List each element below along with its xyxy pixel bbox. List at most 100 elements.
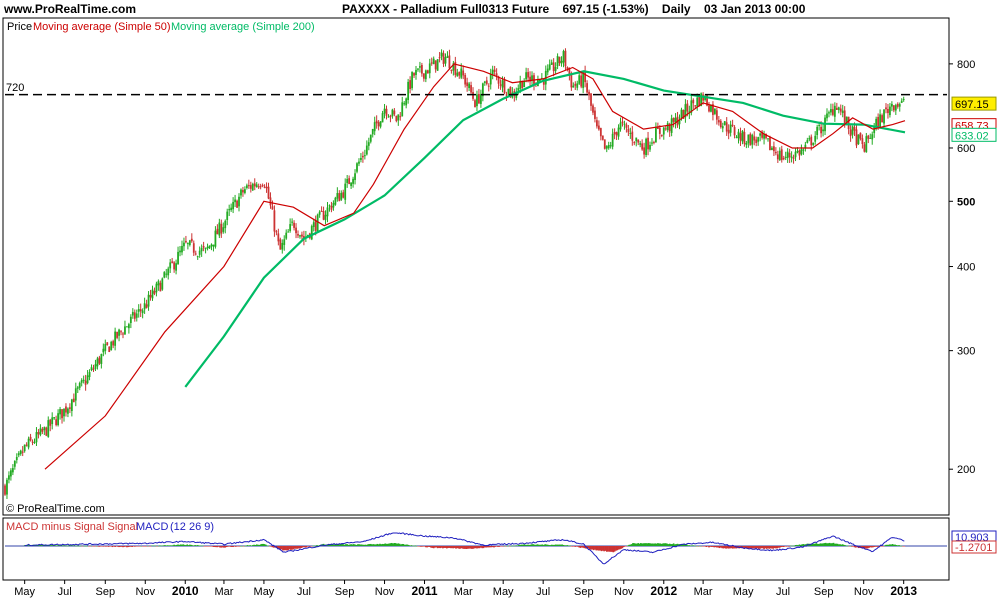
candle-body [86, 375, 89, 384]
candle-body [245, 185, 248, 188]
candle-body [546, 68, 549, 73]
candle-body [17, 453, 20, 456]
candle-body [141, 310, 144, 314]
candle-body [680, 109, 683, 119]
candle-body [474, 100, 476, 108]
candle-body [753, 136, 756, 141]
candle-body [527, 72, 529, 78]
candle-body [694, 105, 697, 107]
candle-body [479, 94, 482, 104]
candle-body [92, 368, 95, 370]
candle-body [767, 138, 769, 140]
candle-body [743, 132, 746, 144]
candle-body [37, 432, 40, 435]
candle-body [169, 262, 172, 269]
candle-body [206, 246, 209, 249]
candle-body [662, 127, 665, 135]
candle-body [354, 173, 356, 181]
candle-body [51, 417, 54, 425]
macd-hist-bar [149, 546, 152, 547]
candle-body [381, 113, 384, 123]
candle-body [326, 207, 329, 217]
candle-body [72, 398, 75, 403]
candle-body [554, 66, 557, 71]
ma200-line [184, 70, 906, 388]
candle-body [499, 84, 502, 86]
y-tick-label: 800 [957, 59, 975, 71]
candle-body [717, 120, 720, 123]
candle-body [462, 70, 465, 76]
candle-body [426, 70, 429, 74]
candle-body [13, 460, 16, 467]
candle-body [173, 262, 176, 270]
candle-body [6, 479, 8, 495]
candle-body [23, 444, 26, 452]
candle-body [692, 99, 695, 104]
price-panel-frame [2, 17, 950, 516]
macd-hist-bar [625, 546, 628, 547]
candle-body [476, 94, 478, 107]
candle-body [269, 197, 272, 206]
candle-body [645, 138, 647, 156]
candle-body [29, 436, 32, 441]
x-tick-label: Sep [96, 586, 116, 598]
candle-body [572, 85, 575, 88]
candle-body [194, 253, 197, 255]
candle-body [548, 64, 551, 70]
candle-body [299, 235, 301, 237]
candle-body [340, 192, 343, 200]
candle-body [251, 183, 254, 191]
candle-body [715, 110, 718, 120]
candle-body [385, 108, 388, 116]
candle-body [448, 55, 451, 69]
candle-body [324, 214, 327, 221]
candle-body [108, 346, 111, 353]
legend-macd: MACD [136, 521, 168, 533]
candle-body [373, 122, 376, 132]
candle-body [159, 282, 162, 292]
candle-body [232, 202, 235, 210]
candle-body [849, 129, 852, 137]
candle-body [360, 157, 362, 160]
candle-body [696, 97, 699, 107]
price-chart[interactable]: Price Moving average (Simple 50) Moving … [0, 0, 1000, 600]
candle-body [348, 178, 351, 185]
candle-body [478, 93, 480, 104]
candle-body [208, 245, 211, 249]
candle-body [19, 450, 22, 455]
candle-body [185, 240, 187, 243]
candle-body [731, 124, 734, 127]
x-tick-label: Jul [297, 586, 311, 598]
candle-body [879, 114, 881, 127]
candle-body [641, 143, 644, 150]
candle-body [623, 123, 626, 125]
candle-body [771, 147, 773, 151]
candle-body [137, 309, 140, 312]
x-tick-label: May [493, 586, 514, 598]
candle-body [505, 94, 508, 96]
candle-body [639, 143, 642, 145]
candle-body [780, 149, 783, 161]
candle-body [11, 468, 14, 473]
x-tick-label: 2013 [890, 584, 917, 598]
candle-body [279, 239, 282, 250]
candle-body [82, 379, 85, 381]
macd-hist-bar [63, 545, 65, 546]
candle-body [733, 127, 736, 136]
candle-body [708, 105, 710, 112]
candle-body [415, 69, 417, 75]
candle-body [277, 233, 280, 242]
candle-body [65, 406, 67, 413]
candle-body [147, 294, 150, 307]
candle-body [432, 58, 435, 65]
candle-body [806, 140, 809, 143]
candle-body [570, 73, 573, 88]
candle-body [621, 121, 624, 124]
candle-body [409, 80, 411, 90]
candle-body [820, 126, 822, 134]
candle-body [757, 137, 760, 142]
candle-body [230, 207, 233, 211]
candle-body [853, 127, 856, 131]
x-tick-label: 2010 [172, 584, 199, 598]
candle-body [466, 82, 469, 87]
